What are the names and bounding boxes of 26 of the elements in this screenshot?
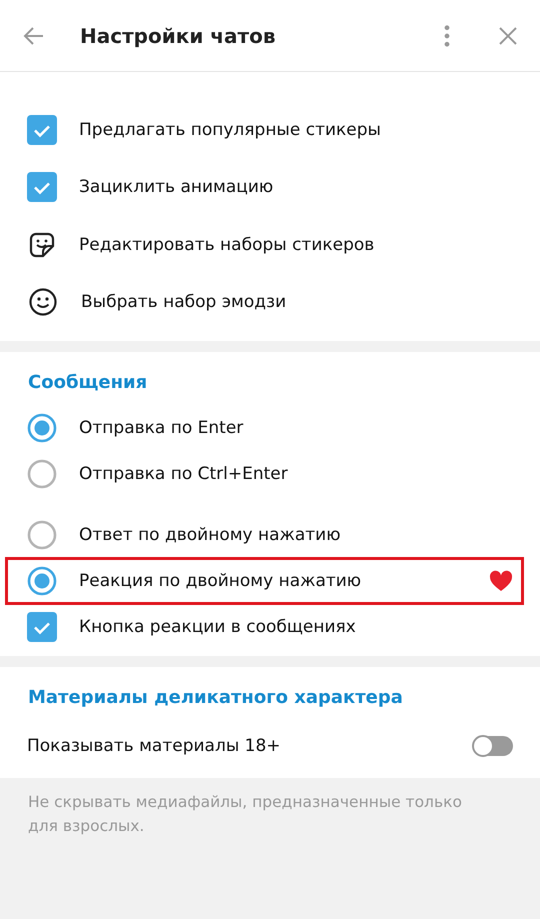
option-label: Предлагать популярные стикеры (79, 120, 382, 140)
option-label: Отправка по Enter (79, 418, 244, 438)
radio-button[interactable] (27, 566, 57, 596)
smiley-icon (29, 288, 57, 316)
option-label: Кнопка реакции в сообщениях (79, 617, 357, 637)
checkbox[interactable] (27, 612, 57, 642)
checkbox[interactable] (27, 114, 57, 145)
option-label: Отправка по Ctrl+Enter (79, 464, 289, 484)
option-label: Реакция по двойному нажатию (79, 571, 362, 591)
window-title: Настройки чатов (80, 24, 277, 48)
radio-button[interactable] (27, 520, 57, 550)
toggle-switch[interactable] (473, 736, 513, 756)
more-icon[interactable] (444, 24, 450, 46)
checkbox[interactable] (27, 172, 57, 202)
footer-note: Не скрывать медиафайлы, предназначенные только для взрослых. (28, 792, 463, 837)
section-title: Материалы деликатного характера (27, 686, 404, 710)
option-label: Выбрать набор эмодзи (81, 292, 288, 312)
radio-button[interactable] (27, 413, 57, 443)
close-icon[interactable] (498, 26, 518, 46)
sticker-icon (29, 232, 55, 258)
section-title: Сообщения (27, 371, 148, 395)
option-label: Ответ по двойному нажатию (79, 525, 342, 545)
option-label: Редактировать наборы стикеров (79, 234, 376, 255)
option-label: Зациклить анимацию (79, 177, 274, 198)
radio-button[interactable] (27, 459, 57, 489)
setting-label: Показывать материалы 18+ (27, 736, 282, 756)
